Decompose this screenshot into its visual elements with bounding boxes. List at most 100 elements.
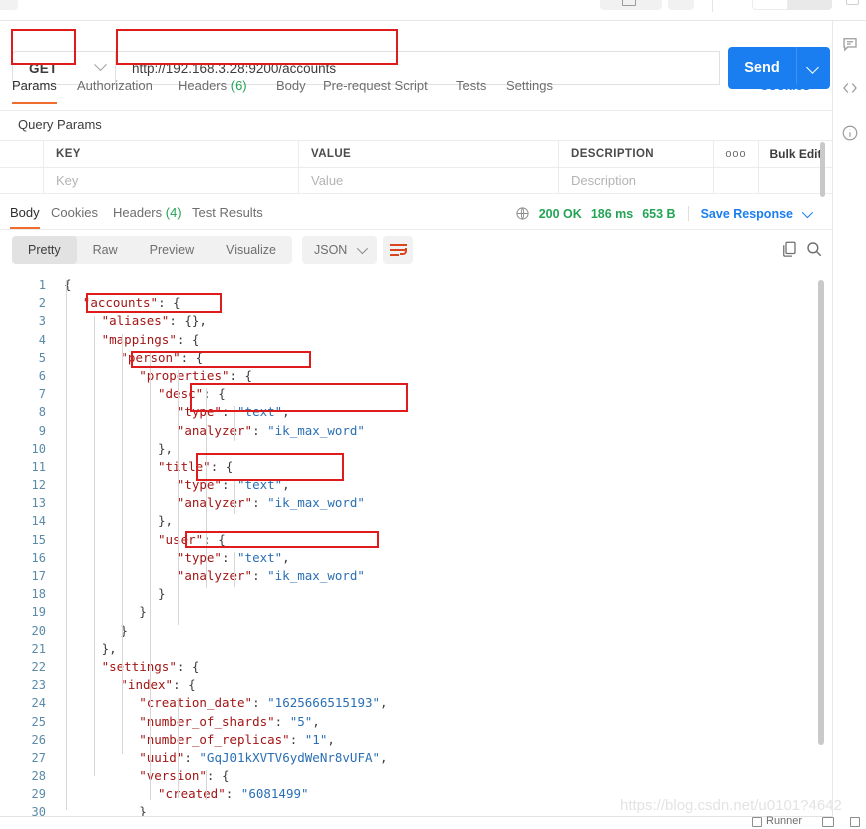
code-token: : <box>252 495 268 511</box>
line-number: 14 <box>31 514 46 529</box>
layout-toggle-icon[interactable] <box>822 817 834 827</box>
code-token: : <box>225 786 241 802</box>
line-number: 29 <box>31 787 46 802</box>
view-mode-raw[interactable]: Raw <box>77 236 134 264</box>
view-mode-preview[interactable]: Preview <box>134 236 210 264</box>
postman-window: GET http://192.168.3.28:9200/accounts Se… <box>0 0 866 829</box>
code-token: "mappings" <box>101 331 177 347</box>
line-number: 16 <box>31 550 46 565</box>
code-token: : { <box>206 768 230 784</box>
view-mode-visualize[interactable]: Visualize <box>210 236 292 264</box>
code-line: 24 "creation_date": "1625666515193", <box>0 694 832 712</box>
more-options-icon[interactable]: ooo <box>725 148 746 160</box>
line-number: 24 <box>31 696 46 711</box>
line-number: 6 <box>38 368 46 383</box>
code-token: "index" <box>120 677 174 693</box>
code-line: 18} <box>0 585 832 603</box>
request-tab-tests[interactable]: Tests <box>456 78 486 93</box>
format-selector[interactable]: JSON <box>302 236 378 264</box>
code-text: "desc": { <box>158 385 226 403</box>
runner-label[interactable]: Runner <box>766 815 802 827</box>
top-toolbar-strip <box>0 0 866 21</box>
body-scrollbar[interactable] <box>818 280 824 745</box>
bulk-edit-button[interactable]: Bulk Edit <box>769 147 821 161</box>
checkbox-column-header <box>0 141 44 167</box>
code-token: : <box>289 731 305 747</box>
line-number: 22 <box>31 659 46 674</box>
toolbar-button-stub-1[interactable] <box>600 0 662 10</box>
info-icon[interactable] <box>841 124 859 142</box>
response-size: 653 B <box>642 206 676 221</box>
code-text: }, <box>158 440 173 458</box>
params-scrollbar[interactable] <box>820 142 825 197</box>
toolbar-button-stub-4[interactable] <box>788 0 832 10</box>
search-icon[interactable] <box>805 240 825 260</box>
code-token: "ik_max_word" <box>267 422 365 438</box>
code-token: : { <box>210 458 234 474</box>
request-tab-settings[interactable]: Settings <box>506 78 553 93</box>
status-code: 200 OK <box>538 206 582 221</box>
code-text: "aliases": {}, <box>102 312 207 330</box>
help-icon[interactable] <box>850 817 860 827</box>
runner-icon[interactable] <box>752 817 762 827</box>
response-tab-test-results[interactable]: Test Results <box>192 205 263 220</box>
column-header-description: DESCRIPTION <box>571 148 654 160</box>
value-input[interactable]: Value <box>299 173 343 188</box>
copy-icon[interactable] <box>780 240 800 260</box>
row-checkbox[interactable] <box>0 168 44 193</box>
url-text: http://192.168.3.28:9200/accounts <box>132 60 337 76</box>
request-tab-authorization[interactable]: Authorization <box>77 78 153 93</box>
code-token: "accounts" <box>82 295 159 311</box>
code-text: } <box>139 603 147 621</box>
code-fold-guide <box>66 280 67 810</box>
code-token: : { <box>158 295 181 311</box>
line-number: 20 <box>31 623 46 638</box>
cookies-link[interactable]: Cookies <box>759 78 810 93</box>
request-tab-headers[interactable]: Headers (6) <box>178 78 247 93</box>
watermark: https://blog.csdn.net/u0101?4642 <box>620 797 842 814</box>
response-body-viewer[interactable]: 1{2 "accounts": {3 "aliases": {}, 4 "mapping… <box>0 276 832 816</box>
code-line: 16 "type": "text", <box>0 549 832 567</box>
key-input[interactable]: Key <box>44 173 78 188</box>
code-token: "settings" <box>101 658 177 674</box>
tabs-separator <box>0 110 832 111</box>
request-tab-params[interactable]: Params <box>12 78 57 93</box>
table-row[interactable]: Key Value Description <box>0 168 832 194</box>
code-fold-guide <box>206 388 207 588</box>
request-tab-body[interactable]: Body <box>276 78 306 93</box>
code-text: "user": { <box>158 531 226 549</box>
toolbar-button-stub-3[interactable] <box>752 0 788 10</box>
code-line: 23 "index": { <box>0 676 832 694</box>
chevron-down-icon[interactable] <box>801 206 814 218</box>
code-token: , <box>282 549 290 565</box>
code-line: 13 "analyzer": "ik_max_word" <box>0 494 832 512</box>
code-text: "created": "6081499" <box>158 785 309 803</box>
method-label: GET <box>29 60 58 76</box>
line-number: 8 <box>38 405 46 420</box>
view-mode-pretty[interactable]: Pretty <box>12 236 77 264</box>
code-line: 9 "analyzer": "ik_max_word" <box>0 422 832 440</box>
toolbar-button-stub-2[interactable] <box>668 0 694 10</box>
request-tab-pre-request-script[interactable]: Pre-request Script <box>323 78 428 93</box>
query-params-title: Query Params <box>18 117 102 132</box>
code-line: 14}, <box>0 512 832 530</box>
wrap-text-icon[interactable] <box>383 236 413 264</box>
code-text: "accounts": { <box>83 294 181 312</box>
description-input[interactable]: Description <box>559 173 636 188</box>
response-tab-body[interactable]: Body <box>10 205 40 220</box>
code-text: "mappings": { <box>102 331 200 349</box>
code-token: "desc" <box>158 386 204 402</box>
code-icon[interactable] <box>841 79 859 97</box>
response-tab-cookies[interactable]: Cookies <box>51 205 98 220</box>
window-control-stub[interactable] <box>846 0 859 5</box>
comment-icon[interactable] <box>841 35 859 53</box>
code-token: : { <box>229 367 253 383</box>
code-line: 8 "type": "text", <box>0 403 832 421</box>
code-token: "5" <box>289 713 313 729</box>
code-token: "type" <box>176 549 222 565</box>
response-tab-headers[interactable]: Headers (4) <box>113 205 182 220</box>
tab-label: Settings <box>506 78 553 93</box>
code-token: : { <box>176 331 200 347</box>
save-response-button[interactable]: Save Response <box>701 207 793 221</box>
code-token: , <box>380 695 388 711</box>
